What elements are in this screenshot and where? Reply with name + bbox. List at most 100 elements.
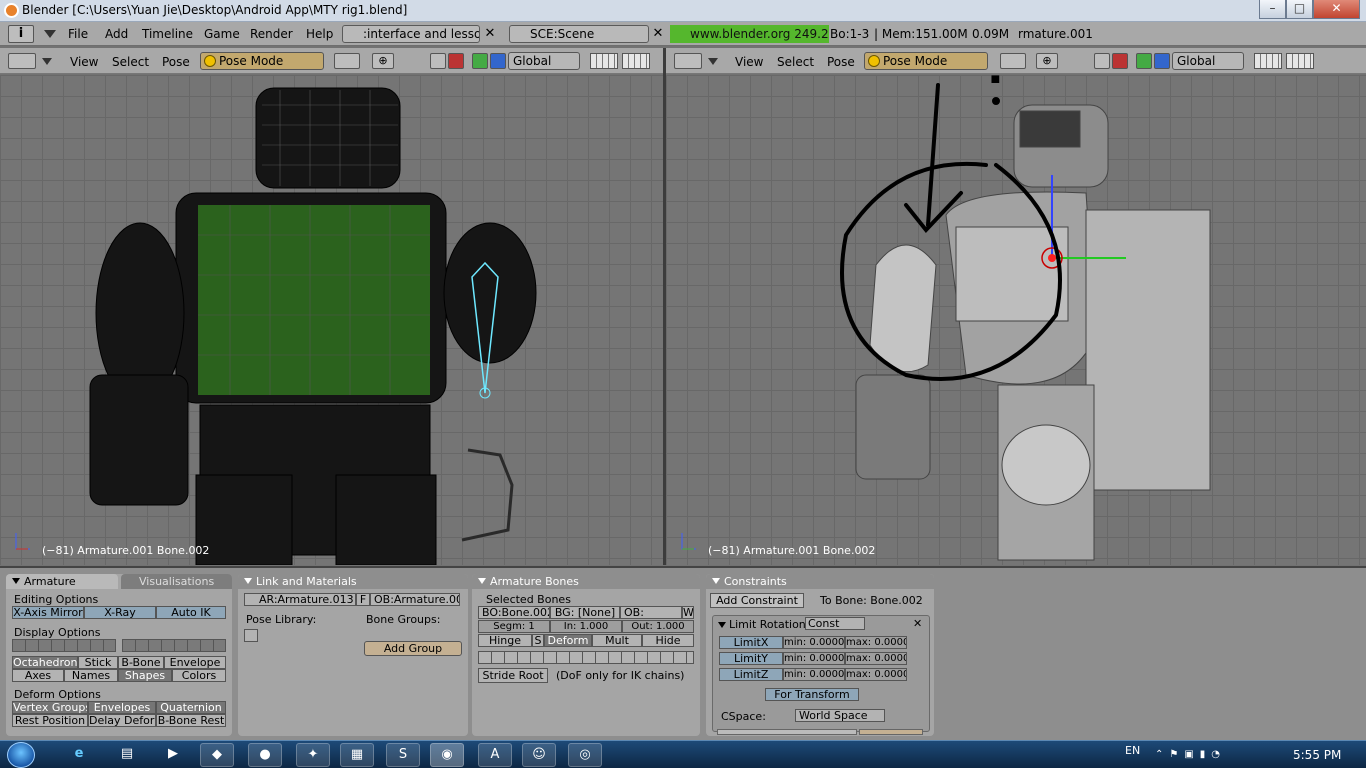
maximize-button[interactable]: □ <box>1286 0 1313 19</box>
chrome-icon[interactable]: ● <box>248 743 282 767</box>
notes-app-icon[interactable]: ▦ <box>340 743 374 767</box>
tab-constraints[interactable]: Constraints <box>706 574 934 589</box>
internet-explorer-icon[interactable]: e <box>62 743 96 767</box>
scale-icon[interactable] <box>490 53 506 69</box>
messenger-icon[interactable]: ☺ <box>522 743 556 767</box>
limit-z-max-field[interactable]: max: 0.0000 <box>845 668 907 681</box>
editor-type-icon[interactable] <box>8 53 36 69</box>
limit-x-min-field[interactable]: min: 0.0000 <box>783 636 845 649</box>
segments-field[interactable]: Segm: 1 <box>478 620 550 633</box>
media-player-icon[interactable]: ▶ <box>156 743 190 767</box>
limit-x-button[interactable]: LimitX <box>719 636 783 649</box>
menu-pose[interactable]: Pose <box>162 55 190 69</box>
collapse-triangle-icon[interactable] <box>478 578 486 584</box>
delete-screen-icon[interactable]: ✕ <box>482 25 498 43</box>
scale-icon[interactable] <box>1154 53 1170 69</box>
rotate-icon[interactable] <box>472 53 488 69</box>
mode-selector[interactable]: Pose Mode <box>864 52 988 70</box>
ease-in-field[interactable]: In: 1.000 <box>550 620 622 633</box>
bone-layers-row-2[interactable] <box>122 639 226 652</box>
add-group-button[interactable]: Add Group <box>364 641 462 656</box>
collapse-triangle-icon[interactable] <box>712 578 720 584</box>
clock[interactable]: 5:55 PM <box>1293 748 1341 762</box>
pivot-icon[interactable]: ⊕ <box>372 53 394 69</box>
tab-armature-bones[interactable]: Armature Bones <box>472 574 700 589</box>
system-tray-icons[interactable]: ⌃⚑▣▮◔ <box>1155 749 1265 761</box>
pivot-icon[interactable]: ⊕ <box>1036 53 1058 69</box>
menu-help[interactable]: Help <box>306 27 333 41</box>
cspace-selector[interactable]: World Space <box>795 709 885 722</box>
menu-view[interactable]: View <box>735 55 763 69</box>
layers-grid[interactable] <box>1254 53 1282 69</box>
menu-view[interactable]: View <box>70 55 98 69</box>
layers-grid-2[interactable] <box>622 53 650 69</box>
collapse-menu-icon[interactable] <box>42 58 52 65</box>
x-axis-mirror-button[interactable]: X-Axis Mirror <box>12 606 84 619</box>
bone-name-field[interactable]: BO:Bone.002 <box>478 606 550 619</box>
tab-link-materials[interactable]: Link and Materials <box>238 574 468 589</box>
layers-grid[interactable] <box>590 53 618 69</box>
limit-y-max-field[interactable]: max: 0.0000 <box>845 652 907 665</box>
screen-selector[interactable]: :interface and lesson <box>342 25 480 43</box>
menu-file[interactable]: File <box>68 27 88 41</box>
tab-visualisations[interactable]: Visualisations <box>121 574 232 589</box>
blender-version-link[interactable]: www.blender.org 249.2 <box>670 25 829 43</box>
octahedron-button[interactable]: Octahedron <box>12 656 78 669</box>
b-bone-rest-button[interactable]: B-Bone Rest <box>156 714 226 727</box>
collapse-triangle-icon[interactable] <box>244 578 252 584</box>
translate-icon[interactable] <box>448 53 464 69</box>
limit-z-min-field[interactable]: min: 0.0000 <box>783 668 845 681</box>
ease-out-field[interactable]: Out: 1.000 <box>622 620 694 633</box>
mode-selector[interactable]: Pose Mode <box>200 52 324 70</box>
mult-button[interactable]: Mult <box>592 634 642 647</box>
rotate-icon[interactable] <box>1136 53 1152 69</box>
wire-toggle-button[interactable]: W <box>682 606 694 619</box>
menu-select[interactable]: Select <box>777 55 814 69</box>
limit-x-max-field[interactable]: max: 0.0000 <box>845 636 907 649</box>
b-bone-button[interactable]: B-Bone <box>118 656 164 669</box>
custom-shape-field[interactable]: OB: <box>620 606 682 619</box>
close-button[interactable]: ✕ <box>1313 0 1360 19</box>
language-indicator[interactable]: EN <box>1125 744 1140 757</box>
auto-ik-button[interactable]: Auto IK <box>156 606 226 619</box>
orientation-selector[interactable]: Global <box>1172 52 1244 70</box>
axes-button[interactable]: Axes <box>12 669 64 682</box>
bone-layers-row-1[interactable] <box>12 639 116 652</box>
game-icon[interactable]: ◎ <box>568 743 602 767</box>
vertex-groups-button[interactable]: Vertex Groups <box>12 701 88 714</box>
armature-datablock-field[interactable]: AR:Armature.013 <box>244 593 356 606</box>
collapse-triangle-icon[interactable] <box>12 578 20 584</box>
translate-icon[interactable] <box>1112 53 1128 69</box>
hide-button[interactable]: Hide <box>642 634 694 647</box>
menu-game[interactable]: Game <box>204 27 240 41</box>
pose-library-browse-icon[interactable] <box>244 629 258 642</box>
collapse-menu-icon[interactable] <box>44 30 56 38</box>
tab-armature[interactable]: Armature <box>6 574 118 589</box>
limit-z-button[interactable]: LimitZ <box>719 668 783 681</box>
envelope-button[interactable]: Envelope <box>164 656 226 669</box>
influence-slider[interactable] <box>717 729 857 735</box>
object-name-field[interactable]: OB:Armature.001 <box>370 593 460 606</box>
left-3d-viewport[interactable]: (−81) Armature.001 Bone.002 <box>0 75 663 565</box>
network-app-icon[interactable]: ◆ <box>200 743 234 767</box>
blender-taskbar-icon[interactable]: ◉ <box>430 743 464 767</box>
limit-y-button[interactable]: LimitY <box>719 652 783 665</box>
right-3d-viewport[interactable]: ? (−81) Armature.001 Bone.002 <box>666 75 1366 565</box>
for-transform-button[interactable]: For Transform <box>765 688 859 701</box>
info-icon[interactable]: i <box>8 25 34 43</box>
rest-position-button[interactable]: Rest Position <box>12 714 88 727</box>
colors-button[interactable]: Colors <box>172 669 226 682</box>
menu-add[interactable]: Add <box>105 27 128 41</box>
add-constraint-button[interactable]: Add Constraint <box>710 593 804 608</box>
file-explorer-icon[interactable]: ▤ <box>110 743 144 767</box>
limit-y-min-field[interactable]: min: 0.0000 <box>783 652 845 665</box>
bone-group-selector[interactable]: BG: [None] <box>550 606 620 619</box>
draw-type-icon[interactable] <box>1000 53 1026 69</box>
bone-layers-row[interactable] <box>478 651 694 664</box>
scene-selector[interactable]: SCE:Scene <box>509 25 649 43</box>
deform-button[interactable]: Deform <box>544 634 592 647</box>
menu-select[interactable]: Select <box>112 55 149 69</box>
collapse-menu-icon[interactable] <box>708 58 718 65</box>
orientation-selector[interactable]: Global <box>508 52 580 70</box>
app-icon[interactable]: ✦ <box>296 743 330 767</box>
